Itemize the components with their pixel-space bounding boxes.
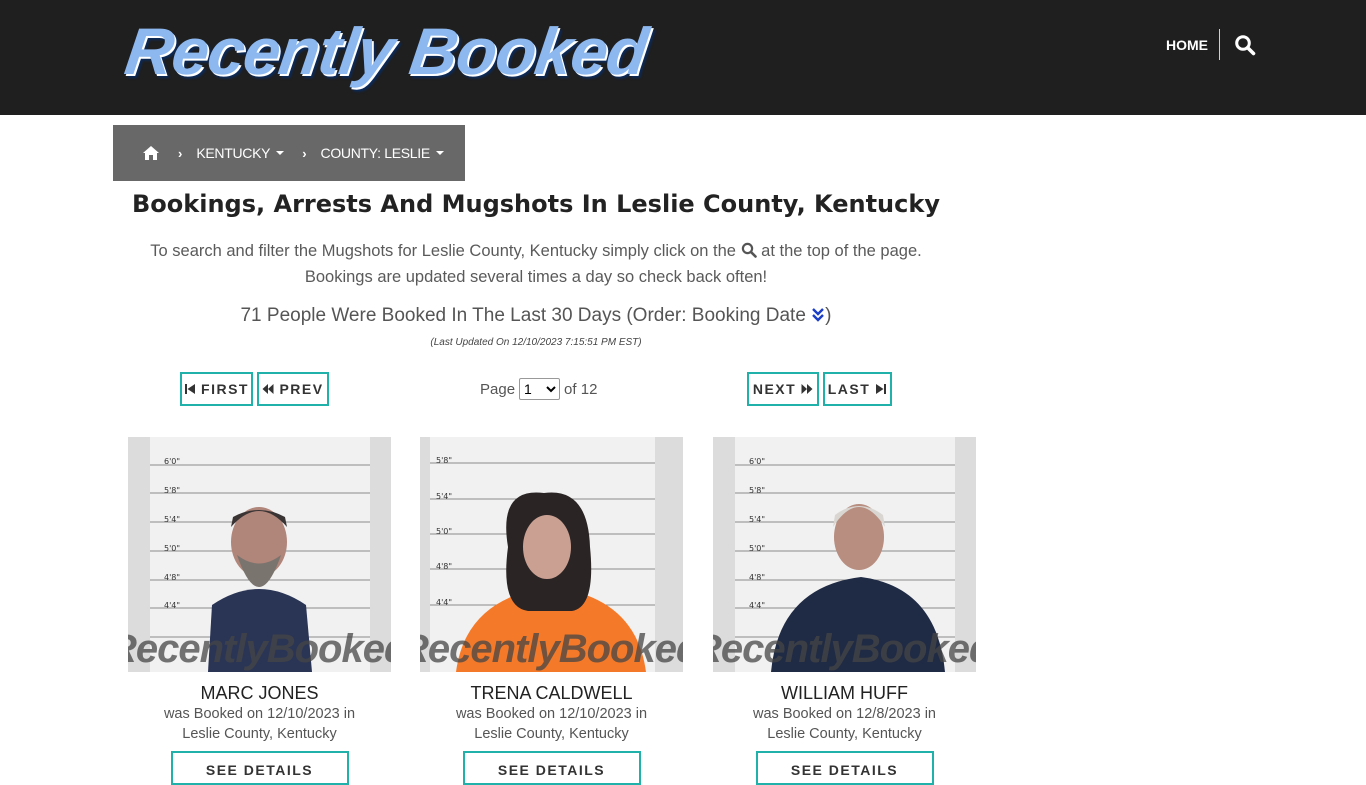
booking-card[interactable]: 6'0" 5'8" 5'4" 5'0" 4'8" 4'4" RecentlyBooked… [128, 437, 391, 785]
site-logo[interactable]: Recently Booked [121, 14, 652, 88]
svg-text:5'4": 5'4" [436, 492, 452, 501]
chevron-right-icon: › [178, 145, 183, 161]
booking-date: was Booked on 12/8/2023 in [753, 706, 936, 722]
svg-text:5'4": 5'4" [164, 515, 180, 524]
booking-card[interactable]: 5'8" 5'4" 5'0" 4'8" 4'4" RecentlyBooked.com… [420, 437, 683, 785]
booking-location: Leslie County, Kentucky [767, 726, 922, 742]
booking-location: Leslie County, Kentucky [182, 726, 337, 742]
mugshot-photo[interactable]: 6'0" 5'8" 5'4" 5'0" 4'8" 4'4" RecentlyBooked… [128, 437, 391, 672]
last-updated: (Last Updated On 12/10/2023 7:15:51 PM E… [430, 337, 642, 348]
prev-page-button[interactable]: PREV [257, 372, 329, 406]
search-icon[interactable] [1234, 34, 1256, 56]
mugshot-photo[interactable]: 6'0" 5'8" 5'4" 5'0" 4'8" 4'4" RecentlyBooked… [713, 437, 976, 672]
svg-text:4'8": 4'8" [436, 562, 452, 571]
intro-text: To search and filter the Mugshots for Le… [113, 238, 959, 290]
watermark: RecentlyBooked.com [420, 627, 683, 671]
intro-text-after: at the top of the page. [761, 242, 922, 260]
booking-card[interactable]: 6'0" 5'8" 5'4" 5'0" 4'8" 4'4" RecentlyBooked… [713, 437, 976, 785]
watermark: RecentlyBooked.com [128, 627, 391, 671]
svg-text:5'4": 5'4" [749, 515, 765, 524]
skip-forward-icon [876, 384, 887, 394]
svg-text:5'8": 5'8" [436, 456, 452, 465]
breadcrumb-county-label: COUNTY: LESLIE [320, 145, 431, 161]
see-details-button[interactable]: SEE DETAILS [170, 751, 349, 785]
caret-down-icon [276, 151, 285, 155]
booking-date: was Booked on 12/10/2023 in [163, 706, 356, 722]
svg-text:5'0": 5'0" [749, 544, 765, 553]
watermark: RecentlyBooked.com [713, 627, 976, 671]
breadcrumb-state[interactable]: KENTUCKY [196, 145, 285, 161]
booking-name[interactable]: MARC JONES [128, 683, 391, 704]
nav-divider [1219, 29, 1220, 60]
double-chevron-down-icon[interactable] [811, 307, 825, 323]
fast-forward-icon [801, 384, 813, 394]
caret-down-icon [435, 151, 444, 155]
see-details-button[interactable]: SEE DETAILS [462, 751, 641, 785]
svg-text:4'4": 4'4" [749, 601, 765, 610]
breadcrumb-county[interactable]: COUNTY: LESLIE [321, 145, 444, 161]
mugshot-photo[interactable]: 5'8" 5'4" 5'0" 4'8" 4'4" RecentlyBooked.com [420, 437, 683, 672]
svg-text:6'0": 6'0" [164, 457, 180, 466]
breadcrumb-state-label: KENTUCKY [196, 145, 271, 161]
next-page-button[interactable]: NEXT [747, 372, 819, 406]
see-details-button[interactable]: SEE DETAILS [755, 751, 934, 785]
page-of-label: of 12 [564, 380, 598, 398]
intro-text-before: To search and filter the Mugshots for Le… [150, 242, 736, 260]
svg-text:4'8": 4'8" [749, 573, 765, 582]
last-page-button[interactable]: LAST [823, 372, 892, 406]
svg-text:5'8": 5'8" [749, 486, 765, 495]
page-label: Page [480, 380, 516, 398]
first-page-label: FIRST [201, 381, 249, 397]
skip-back-icon [185, 384, 196, 394]
first-page-button[interactable]: FIRST [180, 372, 253, 406]
breadcrumb: › KENTUCKY › COUNTY: LESLIE [113, 125, 465, 181]
next-page-label: NEXT [752, 381, 797, 397]
home-icon[interactable] [142, 145, 160, 161]
svg-text:5'0": 5'0" [436, 527, 452, 536]
prev-page-label: PREV [279, 381, 324, 397]
chevron-right-icon: › [302, 145, 307, 161]
intro-text-line2: Bookings are updated several times a day… [304, 268, 768, 286]
last-page-label: LAST [827, 381, 871, 397]
booking-count-close: ) [825, 305, 832, 326]
page-title: Bookings, Arrests And Mugshots In Leslie… [132, 190, 940, 218]
booking-name[interactable]: WILLIAM HUFF [713, 683, 976, 704]
svg-text:6'0": 6'0" [749, 457, 765, 466]
booking-location: Leslie County, Kentucky [474, 726, 629, 742]
booking-count: 71 People Were Booked In The Last 30 Day… [113, 305, 959, 327]
nav-home-link[interactable]: HOME [1166, 37, 1208, 53]
svg-text:5'0": 5'0" [164, 544, 180, 553]
booking-date: was Booked on 12/10/2023 in [455, 706, 648, 722]
site-header: Recently Booked HOME [0, 0, 1366, 115]
booking-name[interactable]: TRENA CALDWELL [420, 683, 683, 704]
svg-text:4'4": 4'4" [436, 598, 452, 607]
booking-count-text: 71 People Were Booked In The Last 30 Day… [240, 305, 806, 326]
rewind-icon [262, 384, 274, 394]
svg-text:4'8": 4'8" [164, 573, 180, 582]
svg-text:4'4": 4'4" [164, 601, 180, 610]
svg-text:5'8": 5'8" [164, 486, 180, 495]
page-selector: Page 1 of 12 [480, 378, 597, 400]
page-select[interactable]: 1 [519, 378, 561, 400]
search-icon [741, 240, 757, 258]
